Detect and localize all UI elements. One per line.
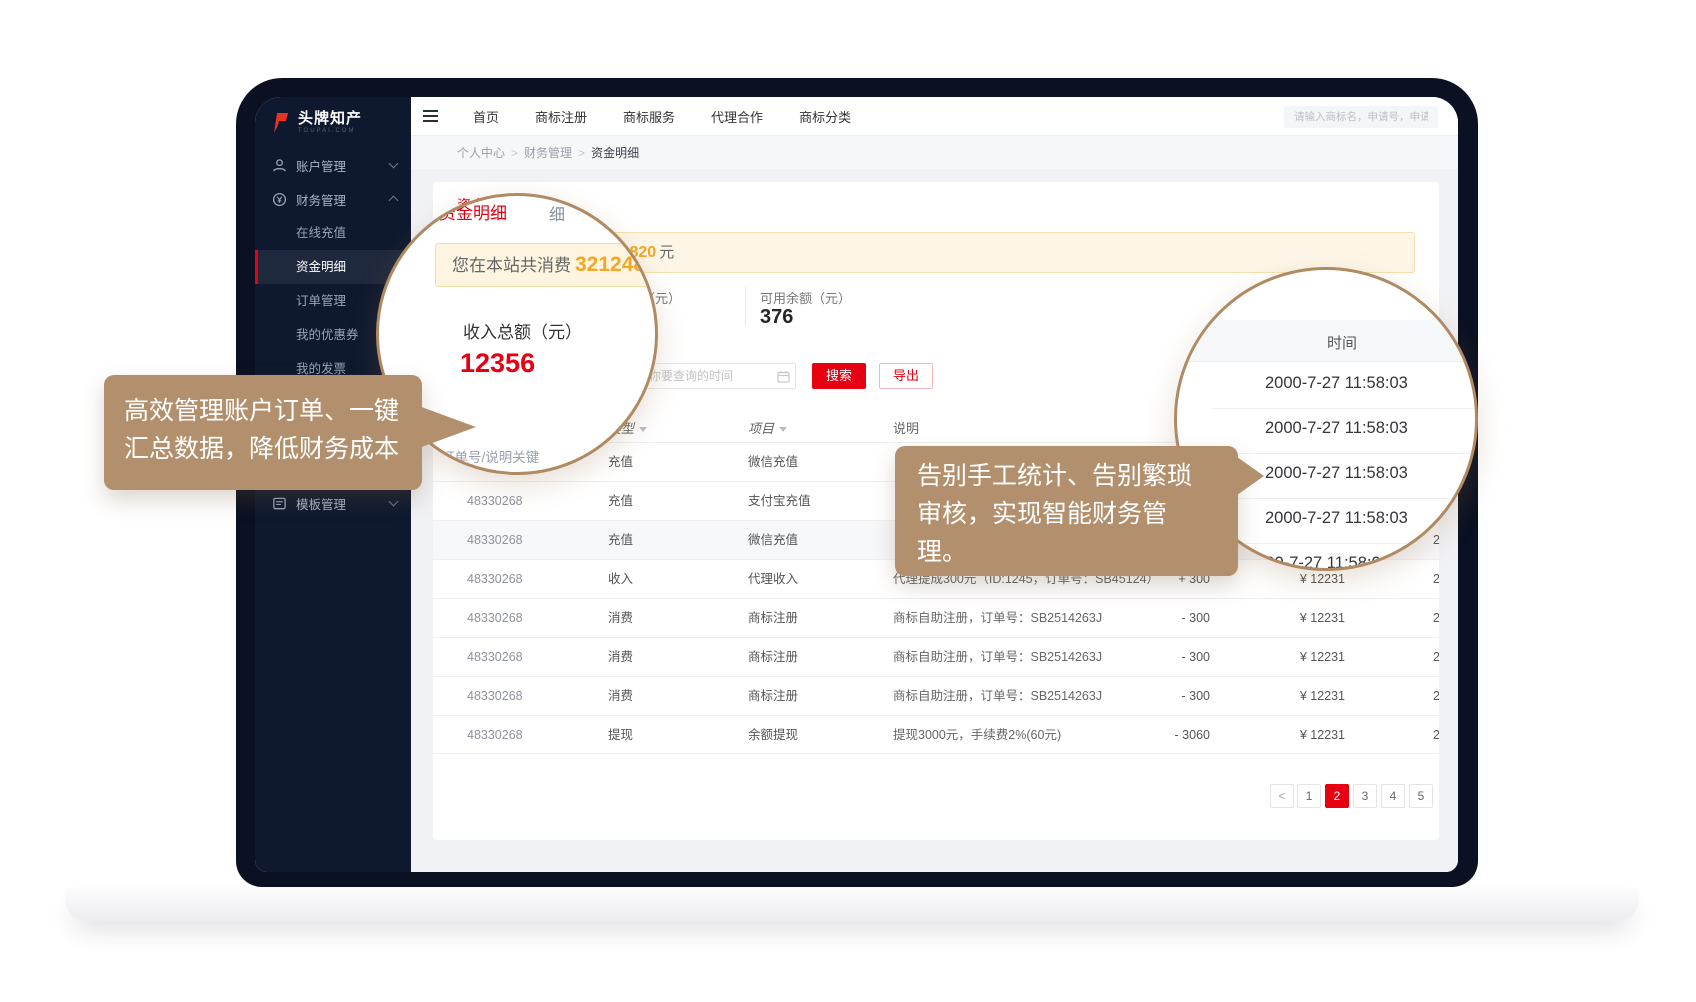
- pagination-page-5[interactable]: 5: [1409, 784, 1433, 808]
- callout-right-arrow: [1230, 452, 1264, 500]
- magnified-time-row: 2000-7-27 11:58:03: [1265, 509, 1408, 528]
- magnified-time-header-band: 时间: [1177, 320, 1475, 362]
- brand-logo: 头牌知产 TOUPAI.COM: [255, 97, 411, 140]
- pagination-page-1[interactable]: 1: [1297, 784, 1321, 808]
- pagination-prev[interactable]: <: [1270, 784, 1294, 808]
- sort-caret-icon: [639, 427, 647, 432]
- pagination-page-2-active[interactable]: 2: [1325, 784, 1349, 808]
- breadcrumb-item[interactable]: 财务管理: [524, 144, 572, 161]
- banner-unit: 元: [659, 244, 674, 261]
- top-nav: 首页 商标注册 商标服务 代理合作 商标分类: [473, 97, 851, 136]
- nav-item-trademark-register[interactable]: 商标注册: [535, 107, 587, 126]
- sidebar-item-label: 模板管理: [296, 494, 346, 513]
- nav-item-trademark-category[interactable]: 商标分类: [799, 107, 851, 126]
- brand-flag-icon: [271, 112, 291, 134]
- magnified-time-row: 2000-7-27 11:58:03: [1265, 464, 1408, 483]
- sidebar-item-account[interactable]: 账户管理: [255, 148, 411, 182]
- sidebar-item-label: 账户管理: [296, 156, 346, 175]
- callout-right-line1: 告别手工统计、告别繁琐: [917, 457, 1238, 495]
- nav-item-agent[interactable]: 代理合作: [711, 107, 763, 126]
- magnified-time-header: 时间: [1327, 332, 1357, 353]
- header-desc: 说明: [893, 418, 919, 437]
- magnified-time-row: 2000-7-27 11:58:03: [1265, 419, 1408, 438]
- callout-right-line2: 审核，实现智能财务管: [917, 495, 1238, 533]
- export-button[interactable]: 导出: [879, 363, 933, 389]
- pagination-page-4[interactable]: 4: [1381, 784, 1405, 808]
- sidebar-item-finance[interactable]: 财务管理: [255, 182, 411, 216]
- chevron-up-icon: [389, 196, 399, 206]
- chevron-down-icon: [389, 159, 399, 169]
- nav-item-home[interactable]: 首页: [473, 107, 499, 126]
- header-project[interactable]: 项目: [748, 418, 787, 437]
- chevron-down-icon: [389, 497, 399, 507]
- user-icon: [272, 158, 287, 173]
- breadcrumb-separator: >: [511, 146, 518, 160]
- page-canvas: 头牌知产 TOUPAI.COM 账户管理: [0, 0, 1696, 1002]
- hamburger-menu-icon[interactable]: [423, 110, 438, 122]
- sidebar-item-label: 财务管理: [296, 190, 346, 209]
- finance-icon: [272, 192, 287, 207]
- magnified-banner: 您在本站共消费32124820: [435, 243, 658, 287]
- balance-value: 376: [760, 306, 793, 329]
- nav-item-trademark-service[interactable]: 商标服务: [623, 107, 675, 126]
- magnified-income-label: 收入总额（元）: [463, 318, 582, 343]
- template-icon: [272, 496, 287, 511]
- callout-right: 告别手工统计、告别繁琐 审核，实现智能财务管 理。: [895, 446, 1238, 576]
- table-row[interactable]: 48330268提现余额提现提现3000元，手续费2%(60元)- 3060¥ …: [433, 715, 1439, 754]
- callout-left-arrow: [416, 405, 476, 449]
- magnified-tab-fragment: 细: [549, 201, 565, 225]
- breadcrumb-separator: >: [578, 146, 585, 160]
- magnified-income-value: 12356: [460, 348, 535, 379]
- balance-label: 可用余额（元）: [760, 288, 851, 307]
- callout-left: 高效管理账户订单、一键 汇总数据，降低财务成本: [104, 375, 422, 490]
- top-navbar: 首页 商标注册 商标服务 代理合作 商标分类: [411, 97, 1458, 136]
- magnified-tab-title: 资金明细: [439, 199, 507, 224]
- breadcrumb-item[interactable]: 个人中心: [457, 144, 505, 161]
- breadcrumb: 个人中心 > 财务管理 > 资金明细: [411, 136, 1458, 169]
- trademark-search-input[interactable]: [1284, 106, 1438, 128]
- magnified-order-header: 订单号/说明关键: [441, 446, 539, 466]
- brand-subtext: TOUPAI.COM: [298, 128, 362, 134]
- pagination-page-3[interactable]: 3: [1353, 784, 1377, 808]
- table-row[interactable]: 48330268消费商标注册商标自助注册，订单号：SB2514263J- 300…: [433, 637, 1439, 676]
- sidebar-item-template[interactable]: 模板管理: [255, 486, 411, 520]
- calendar-icon: [777, 370, 790, 383]
- stat-divider: [745, 286, 746, 326]
- callout-right-line3: 理。: [917, 533, 1238, 571]
- laptop-base: [65, 887, 1639, 921]
- callout-left-line1: 高效管理账户订单、一键: [124, 392, 422, 430]
- magnified-time-row: 2000-7-27 11:58:03: [1265, 374, 1408, 393]
- sidebar-subitem-recharge[interactable]: 在线充值: [255, 216, 411, 250]
- magnified-banner-amount: 32124820: [575, 253, 658, 276]
- sort-caret-icon: [779, 427, 787, 432]
- table-row[interactable]: 48330268消费商标注册商标自助注册，订单号：SB2514263J- 300…: [433, 598, 1439, 637]
- callout-left-line2: 汇总数据，降低财务成本: [124, 430, 422, 468]
- table-row[interactable]: 48330268消费商标注册商标自助注册，订单号：SB2514263J- 300…: [433, 676, 1439, 715]
- search-button[interactable]: 搜索: [812, 363, 866, 389]
- brand-name: 头牌知产: [298, 111, 362, 126]
- breadcrumb-current: 资金明细: [591, 144, 639, 161]
